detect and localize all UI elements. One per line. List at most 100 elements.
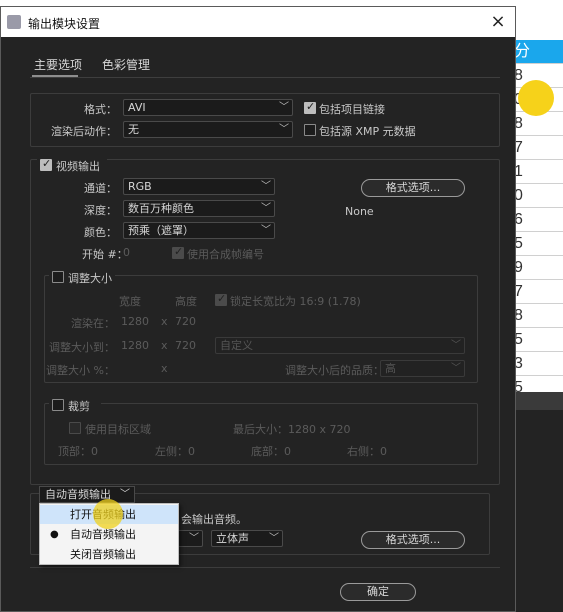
color-select[interactable]: 预乘（遮罩） ﹀ [123,222,275,239]
audio-channel-select[interactable]: 立体声 ﹀ [211,530,283,547]
post-render-value: 无 [128,123,139,136]
resize-preset-select[interactable]: 自定义 ﹀ [215,337,465,354]
crop-left-label: 左侧：0 [155,445,195,458]
chevron-down-icon: ﹀ [279,102,289,113]
start-value: 0 [123,246,130,259]
percent-x: x [161,362,168,375]
tab-main-options[interactable]: 主要选项 [34,56,82,73]
chevron-down-icon: ﹀ [451,340,461,351]
app-icon [7,15,21,29]
audio-output-select[interactable]: 自动音频输出 ﹀ [39,486,135,503]
format-label: 格式： [84,103,117,116]
render-height: 720 [175,315,196,328]
sheet-cell: 7 [512,136,563,160]
include-project-link-label: 包括项目链接 [319,103,385,116]
crop-bottom-label: 底部：0 [251,445,291,458]
depth-select[interactable]: 数百万种颜色 ﹀ [123,200,275,217]
selected-bullet-icon: ● [50,529,59,540]
depth-value: 数百万种颜色 [128,202,194,215]
quality-value: 高 [385,362,396,375]
menu-item-label: 自动音频输出 [70,528,136,541]
resize-to-label: 调整大小到： [49,341,115,354]
post-render-select[interactable]: 无 ﹀ [123,121,293,138]
final-size-label: 最后大小：1280 x 720 [233,423,351,436]
chevron-down-icon: ﹀ [261,225,271,236]
start-label: 开始 #： [82,248,128,261]
resize-label: 调整大小 [68,272,112,285]
ok-button[interactable]: 确定 [340,583,416,601]
chevron-down-icon: ﹀ [269,533,279,544]
sheet-cell: 7 [512,280,563,304]
use-comp-frame-checkbox[interactable] [172,245,184,259]
sheet-cell: 3 [512,352,563,376]
cursor-highlight [93,499,123,529]
chevron-down-icon: ﹀ [451,363,461,374]
lock-aspect-label: 锁定长宽比为 16:9 (1.78) [230,295,361,308]
chevron-down-icon: ﹀ [189,533,199,544]
resize-preset-value: 自定义 [220,339,253,352]
resize-x: x [161,339,168,352]
use-roi-checkbox[interactable] [69,422,81,434]
chevron-down-icon: ﹀ [261,181,271,192]
channel-select[interactable]: RGB ﹀ [123,178,275,195]
sheet-cell: 分 [512,40,563,64]
tab-color-management[interactable]: 色彩管理 [102,56,150,73]
crop-checkbox[interactable] [52,399,64,411]
resize-height: 720 [175,339,196,352]
resize-width: 1280 [121,339,149,352]
audio-channel-value: 立体声 [216,532,249,545]
width-header: 宽度 [119,295,141,308]
quality-label: 调整大小后的品质： [285,364,384,377]
footer-divider [30,567,500,568]
chevron-down-icon: ﹀ [261,203,271,214]
color-label: 颜色： [84,226,117,239]
sheet-cell: 5 [512,232,563,256]
audio-note: 会输出音频。 [181,513,247,526]
audio-output-value: 自动音频输出 [45,488,111,501]
crop-label: 裁剪 [68,400,90,413]
chevron-down-icon: ﹀ [279,124,289,135]
render-x: x [161,315,168,328]
crop-top-label: 顶部：0 [58,445,98,458]
chevron-down-icon: ﹀ [120,489,130,500]
lock-aspect-checkbox[interactable] [215,292,227,306]
timeline-toolbar [512,392,563,410]
use-comp-frame-label: 使用合成帧编号 [187,248,264,261]
channel-value: RGB [128,180,152,193]
dialog-titlebar: 输出模块设置 × [1,7,515,37]
tabs-divider [30,77,500,78]
cursor-highlight [518,80,554,116]
render-at-label: 渲染在： [71,317,115,330]
quality-select[interactable]: 高 ﹀ [380,360,465,377]
sheet-cell: 8 [512,304,563,328]
video-output-label: 视频输出 [56,160,100,173]
video-output-checkbox[interactable] [40,157,52,171]
dialog-title: 输出模块设置 [28,17,101,31]
include-xmp-checkbox[interactable] [304,124,316,136]
codec-label: None [345,205,374,218]
sheet-cell: 5 [512,328,563,352]
crop-right-label: 右侧：0 [347,445,387,458]
height-header: 高度 [175,295,197,308]
sheet-cell: 0 [512,184,563,208]
video-format-options-button[interactable]: 格式选项... [361,179,465,197]
color-value: 预乘（遮罩） [128,224,194,237]
sheet-cell: 1 [512,160,563,184]
include-project-link-checkbox[interactable] [304,100,316,114]
resize-percent-label: 调整大小 %： [46,364,115,377]
format-select[interactable]: AVI ﹀ [123,99,293,116]
depth-label: 深度： [84,204,117,217]
close-button[interactable]: × [487,11,509,33]
menu-item-audio-off[interactable]: 关闭音频输出 [40,545,178,564]
menu-item-label: 关闭音频输出 [70,548,136,561]
format-value: AVI [128,101,146,114]
audio-format-options-button[interactable]: 格式选项... [361,531,465,549]
render-width: 1280 [121,315,149,328]
post-render-label: 渲染后动作： [51,125,117,138]
resize-checkbox[interactable] [52,271,64,283]
sheet-cell: 9 [512,256,563,280]
use-roi-label: 使用目标区域 [85,423,151,436]
include-xmp-label: 包括源 XMP 元数据 [319,125,416,138]
channel-label: 通道： [84,182,117,195]
sheet-cell: 6 [512,208,563,232]
